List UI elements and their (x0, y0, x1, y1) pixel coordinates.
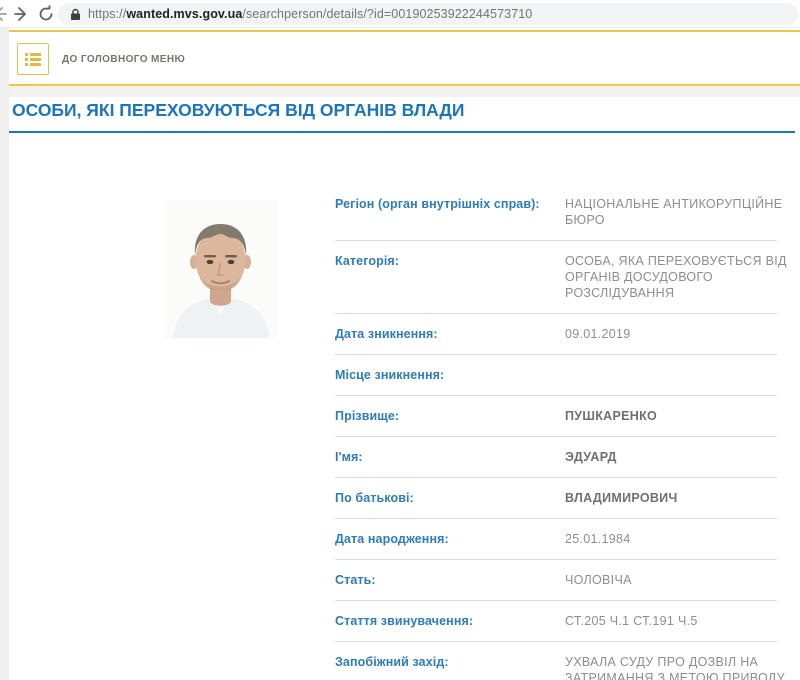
detail-label: Стаття звинувачення: (335, 613, 565, 629)
detail-value: ЧОЛОВІЧА (565, 572, 800, 588)
detail-value: 09.01.2019 (565, 326, 800, 342)
detail-value: СТ.205 Ч.1 СТ.191 Ч.5 (565, 613, 800, 629)
main-menu-link[interactable]: ДО ГОЛОВНОГО МЕНЮ (62, 54, 185, 65)
wanted-person-photo (163, 200, 278, 338)
detail-row: Дата народження: 25.01.1984 (335, 519, 777, 560)
detail-label: І'мя: (335, 449, 565, 465)
detail-row: По батькові: ВЛАДИМИРОВИЧ (335, 478, 777, 519)
title-underline (9, 131, 795, 133)
detail-label: Регіон (орган внутрішніх справ): (335, 196, 565, 212)
detail-row: Стать: ЧОЛОВІЧА (335, 560, 777, 601)
top-gold-divider (9, 30, 800, 32)
detail-row: Регіон (орган внутрішніх справ): НАЦІОНА… (335, 184, 777, 241)
browser-toolbar: https://wanted.mvs.gov.ua/searchperson/d… (0, 0, 800, 28)
detail-row: Категорія: ОСОБА, ЯКА ПЕРЕХОВУЄТЬСЯ ВІД … (335, 241, 777, 314)
detail-row: І'мя: ЭДУАРД (335, 437, 777, 478)
detail-value: ЭДУАРД (565, 449, 800, 465)
detail-label: Місце зникнення: (335, 367, 565, 383)
detail-row: Запобіжний захід: УХВАЛА СУДУ ПРО ДОЗВІЛ… (335, 642, 777, 680)
detail-label: Стать: (335, 572, 565, 588)
bulleted-list-icon (24, 50, 42, 68)
main-menu-button[interactable] (17, 43, 49, 75)
url-scheme: https:// (88, 7, 126, 21)
detail-value: ПУШКАРЕНКО (565, 408, 800, 424)
url-text: https://wanted.mvs.gov.ua/searchperson/d… (88, 7, 532, 21)
detail-row: Прізвище: ПУШКАРЕНКО (335, 396, 777, 437)
detail-label: Дата народження: (335, 531, 565, 547)
detail-value: УХВАЛА СУДУ ПРО ДОЗВІЛ НА ЗАТРИМАННЯ З М… (565, 654, 800, 680)
back-icon[interactable] (0, 5, 9, 23)
address-bar[interactable]: https://wanted.mvs.gov.ua/searchperson/d… (58, 3, 798, 25)
page-left-gutter (0, 28, 9, 680)
detail-value: ВЛАДИМИРОВИЧ (565, 490, 800, 506)
reload-icon[interactable] (37, 5, 55, 23)
detail-label: По батькові: (335, 490, 565, 506)
person-details-table: Регіон (орган внутрішніх справ): НАЦІОНА… (335, 184, 777, 680)
detail-value: ОСОБА, ЯКА ПЕРЕХОВУЄТЬСЯ ВІД ОРГАНІВ ДОС… (565, 253, 800, 301)
lock-icon (70, 8, 81, 21)
forward-icon[interactable] (12, 5, 30, 23)
detail-label: Дата зникнення: (335, 326, 565, 342)
detail-label: Запобіжний захід: (335, 654, 565, 670)
detail-row: Місце зникнення: (335, 355, 777, 396)
detail-value: НАЦІОНАЛЬНЕ АНТИКОРУПЦІЙНЕ БЮРО (565, 196, 800, 228)
detail-label: Прізвище: (335, 408, 565, 424)
url-path: /searchperson/details/?id=00190253922244… (242, 7, 532, 21)
page-content: ДО ГОЛОВНОГО МЕНЮ ОСОБИ, ЯКІ ПЕРЕХОВУЮТЬ… (9, 28, 800, 680)
url-domain: wanted.mvs.gov.ua (126, 7, 242, 21)
detail-row: Дата зникнення: 09.01.2019 (335, 314, 777, 355)
page-title: ОСОБИ, ЯКІ ПЕРЕХОВУЮТЬСЯ ВІД ОРГАНІВ ВЛА… (12, 100, 464, 121)
detail-value: 25.01.1984 (565, 531, 800, 547)
detail-row: Стаття звинувачення: СТ.205 Ч.1 СТ.191 Ч… (335, 601, 777, 642)
detail-label: Категорія: (335, 253, 565, 269)
section-separator (9, 86, 800, 97)
screenshot-root: https://wanted.mvs.gov.ua/searchperson/d… (0, 0, 800, 680)
